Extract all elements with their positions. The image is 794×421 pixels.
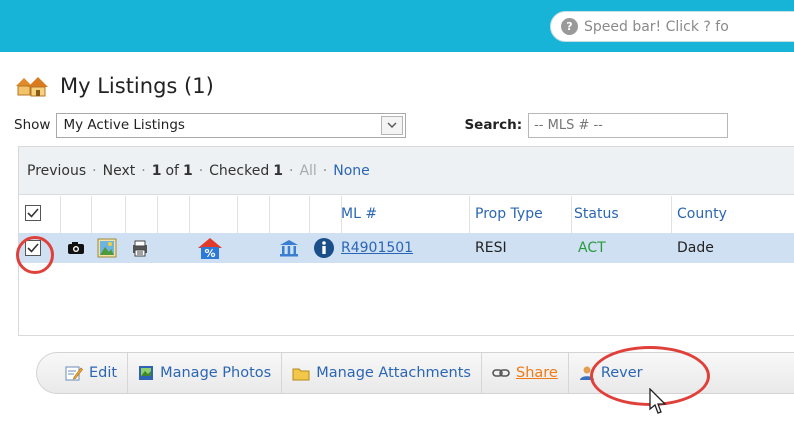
link-icon xyxy=(492,368,510,378)
mls-number-link[interactable]: R4901501 xyxy=(341,240,413,256)
pager-select-none[interactable]: None xyxy=(333,163,370,179)
manage-photos-button[interactable]: Manage Photos xyxy=(128,353,283,393)
page-header: My Listings (1) xyxy=(14,74,214,98)
pager-of: of xyxy=(165,162,179,179)
speed-bar-input[interactable]: ? Speed bar! Click ? fo xyxy=(550,11,794,42)
county-cell: Dade xyxy=(677,240,714,256)
top-bar: ? Speed bar! Click ? fo xyxy=(0,0,794,52)
search-label: Search: xyxy=(464,117,523,133)
houses-icon xyxy=(16,77,48,97)
bank-icon[interactable] xyxy=(279,239,299,257)
pager-checked-label: Checked xyxy=(209,162,270,179)
pager-select-all[interactable]: All xyxy=(299,163,316,179)
help-icon[interactable]: ? xyxy=(561,18,578,35)
pager-checked-count: 1 xyxy=(273,162,283,179)
highlight-ring-checkbox xyxy=(16,236,54,274)
prop-type-cell: RESI xyxy=(475,240,507,256)
camera-icon[interactable] xyxy=(67,241,85,255)
show-select[interactable]: My Active Listings xyxy=(56,112,407,138)
edit-button[interactable]: Edit xyxy=(37,353,129,393)
page-title: My Listings (1) xyxy=(60,74,214,98)
header-county[interactable]: County xyxy=(677,206,727,222)
photo-icon xyxy=(138,365,154,381)
chevron-down-icon[interactable] xyxy=(381,115,404,135)
svg-text:%: % xyxy=(204,247,215,260)
show-label: Show xyxy=(14,117,51,133)
edit-icon xyxy=(65,365,83,381)
header-status[interactable]: Status xyxy=(574,206,619,222)
listings-grid: Previous · Next · 1 of 1 · Checked 1 · A… xyxy=(18,146,794,336)
share-button[interactable]: Share xyxy=(482,353,569,393)
pager: Previous · Next · 1 of 1 · Checked 1 · A… xyxy=(19,147,794,195)
manage-attachments-button[interactable]: Manage Attachments xyxy=(282,353,482,393)
show-select-value: My Active Listings xyxy=(63,117,185,133)
info-icon[interactable] xyxy=(313,237,335,259)
search-input[interactable] xyxy=(528,112,729,138)
header-mls[interactable]: ML # xyxy=(341,206,377,222)
house-percent-icon[interactable]: % xyxy=(197,236,223,260)
table-row[interactable]: % R4901501 RESI ACT Dade xyxy=(19,233,794,263)
folder-icon xyxy=(292,366,310,381)
printer-icon[interactable] xyxy=(131,239,149,257)
table-header: ML # Prop Type Status County xyxy=(19,196,794,232)
pager-current: 1 xyxy=(151,162,162,179)
header-prop-type[interactable]: Prop Type xyxy=(475,206,543,222)
pager-previous[interactable]: Previous xyxy=(27,163,86,179)
cursor-icon xyxy=(649,388,667,414)
pager-next[interactable]: Next xyxy=(103,163,136,179)
status-cell: ACT xyxy=(578,240,606,256)
speed-bar-text: Speed bar! Click ? fo xyxy=(584,18,729,35)
filter-row: Show My Active Listings Search: xyxy=(14,112,729,138)
pager-total: 1 xyxy=(182,162,193,179)
photo-gallery-icon[interactable] xyxy=(97,238,117,258)
select-all-checkbox[interactable] xyxy=(25,205,41,221)
